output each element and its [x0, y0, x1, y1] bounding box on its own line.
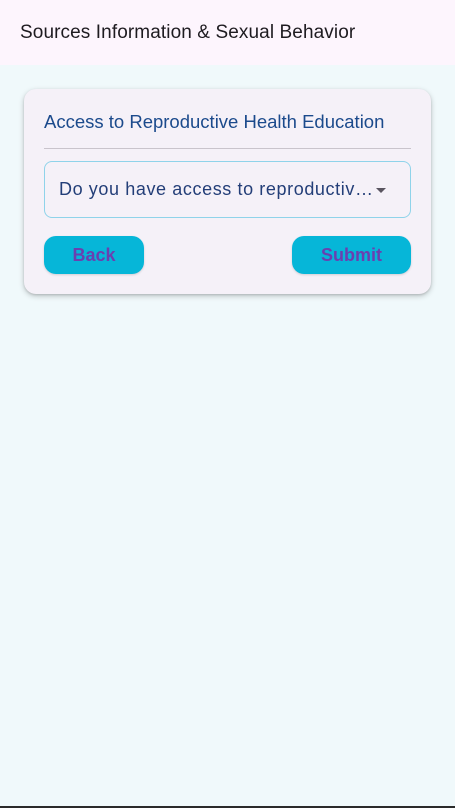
card-divider: [44, 148, 411, 149]
app-bar: Sources Information & Sexual Behavior: [0, 0, 455, 65]
submit-button[interactable]: Submit: [292, 236, 411, 274]
card-title: Access to Reproductive Health Education: [44, 111, 385, 132]
back-button[interactable]: Back: [44, 236, 144, 274]
dropdown-selected-value: Do you have access to reproductive healt…: [59, 179, 377, 199]
app-bar-title: Sources Information & Sexual Behavior: [20, 21, 356, 43]
arrow-drop-down-icon[interactable]: [376, 188, 386, 193]
question-dropdown[interactable]: Do you have access to reproductive healt…: [44, 161, 411, 218]
question-card: Access to Reproductive Health Education …: [24, 89, 431, 294]
